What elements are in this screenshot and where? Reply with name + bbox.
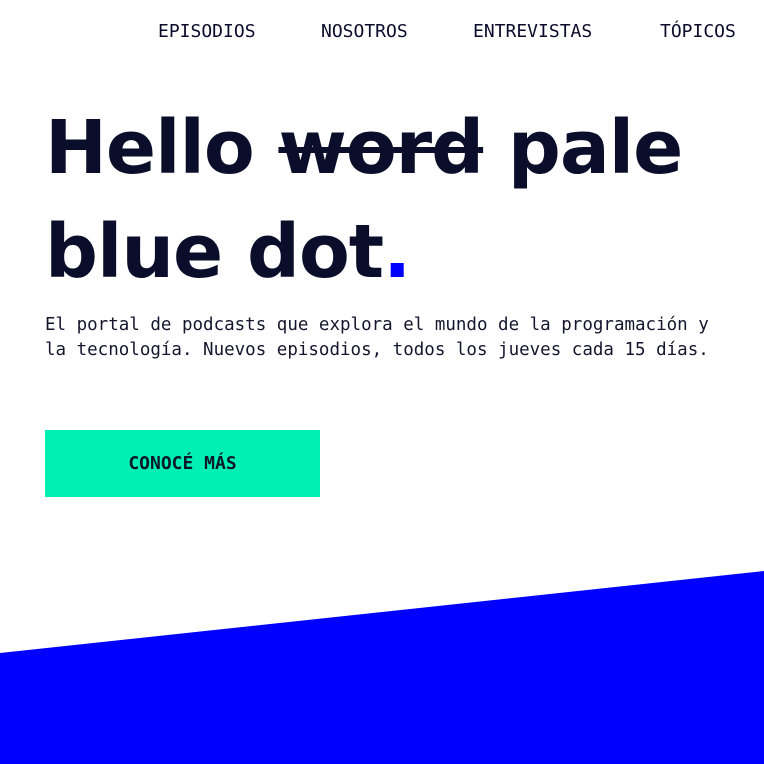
intro-line-2: la tecnología. Nuevos episodios, todos l…	[45, 340, 709, 360]
headline-accent-dot: .	[383, 209, 411, 295]
nav-item-episodios[interactable]: EPISODIOS	[158, 20, 256, 44]
hero-headline: Hello word pale blue dot.	[45, 96, 764, 304]
conoce-mas-button[interactable]: CONOCÉ MÁS	[45, 430, 320, 497]
nav-item-entrevistas[interactable]: ENTREVISTAS	[473, 20, 592, 44]
hero-intro: El portal de podcasts que explora el mun…	[45, 313, 764, 363]
nav-item-topicos[interactable]: TÓPICOS	[660, 20, 736, 44]
headline-hello: Hello	[45, 105, 279, 191]
headline-struck-word: word	[278, 105, 484, 191]
intro-line-1: El portal de podcasts que explora el mun…	[45, 315, 709, 335]
nav-item-nosotros[interactable]: NOSOTROS	[321, 20, 408, 44]
main-nav: EPISODIOS NOSOTROS ENTREVISTAS TÓPICOS	[0, 20, 764, 44]
